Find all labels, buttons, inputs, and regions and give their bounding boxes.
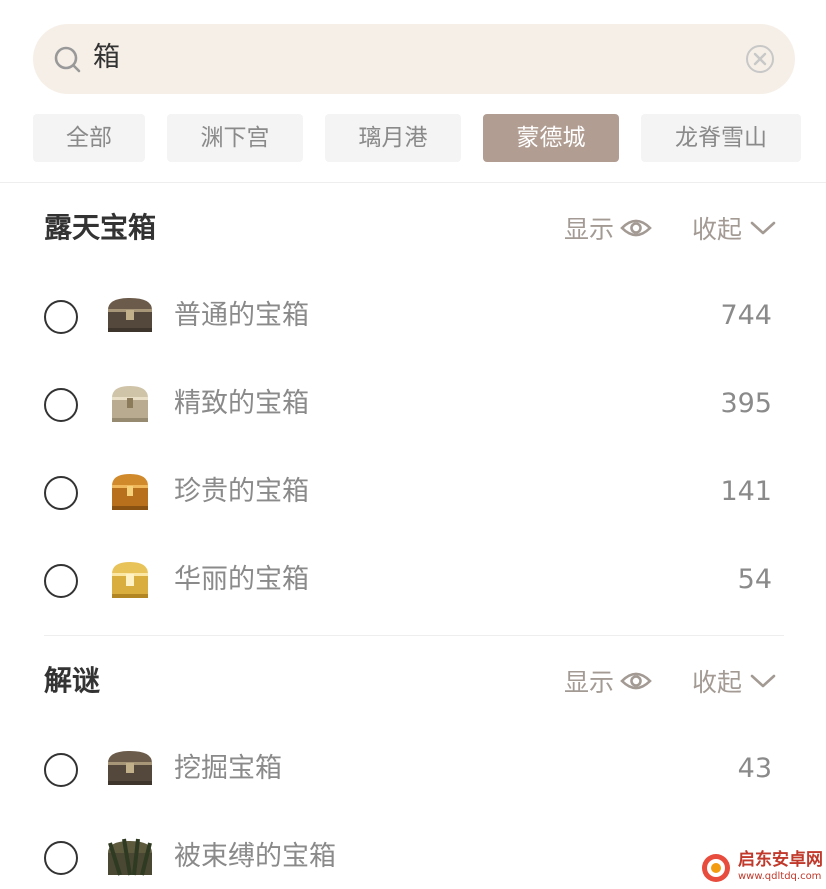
search-input[interactable]: 箱 (93, 38, 120, 78)
search-bar[interactable]: 箱 (33, 24, 795, 94)
radio-button[interactable] (44, 476, 78, 510)
list-item[interactable]: 被束缚的宝箱 (44, 829, 784, 889)
item-count: 43 (737, 753, 772, 784)
show-label: 显示 (564, 215, 615, 244)
list-item[interactable]: 华丽的宝箱 54 (44, 552, 784, 612)
precious-chest-icon (112, 474, 148, 510)
luxurious-chest-icon (112, 562, 148, 598)
item-label: 挖掘宝箱 (174, 753, 282, 784)
radio-button[interactable] (44, 300, 78, 334)
dig-chest-icon (108, 751, 152, 785)
clear-icon[interactable] (744, 43, 776, 75)
watermark-url: www.qdltdq.com (738, 871, 822, 882)
section-title: 露天宝箱 (44, 211, 157, 244)
item-count: 141 (720, 476, 772, 507)
list-item[interactable]: 珍贵的宝箱 141 (44, 464, 784, 524)
tab-enkanomiya[interactable]: 渊下宫 (167, 114, 303, 162)
collapse-button[interactable]: 收起 (692, 206, 776, 250)
tab-liyue-harbor[interactable]: 璃月港 (325, 114, 461, 162)
item-count: 395 (720, 388, 772, 419)
item-label: 普通的宝箱 (174, 300, 309, 331)
section-header-open-chests: 露天宝箱 显示 收起 (44, 204, 784, 252)
collapse-button[interactable]: 收起 (692, 659, 776, 703)
item-label: 华丽的宝箱 (174, 564, 309, 595)
search-icon (54, 46, 81, 73)
radio-button[interactable] (44, 564, 78, 598)
watermark-title: 启东安卓网 (738, 850, 823, 870)
item-label: 被束缚的宝箱 (174, 841, 336, 872)
list-item[interactable]: 精致的宝箱 395 (44, 376, 784, 436)
exquisite-chest-icon (112, 386, 148, 422)
radio-button[interactable] (44, 753, 78, 787)
divider (0, 182, 826, 183)
region-tabs: 全部 渊下宫 璃月港 蒙德城 龙脊雪山 (33, 114, 826, 162)
radio-button[interactable] (44, 388, 78, 422)
section-title: 解谜 (44, 664, 101, 697)
collapse-label: 收起 (692, 668, 743, 697)
chevron-down-icon (750, 221, 776, 235)
item-count: 54 (737, 564, 772, 595)
tab-all[interactable]: 全部 (33, 114, 145, 162)
watermark-logo-icon (702, 854, 730, 882)
item-count: 744 (720, 300, 772, 331)
list-item[interactable]: 普通的宝箱 744 (44, 288, 784, 348)
eye-icon (620, 672, 652, 690)
show-button[interactable]: 显示 (564, 206, 652, 250)
collapse-label: 收起 (692, 215, 743, 244)
common-chest-icon (108, 298, 152, 332)
divider (44, 635, 784, 636)
tab-mondstadt[interactable]: 蒙德城 (483, 114, 619, 162)
radio-button[interactable] (44, 841, 78, 875)
list-item[interactable]: 挖掘宝箱 43 (44, 741, 784, 801)
tab-dragonspine[interactable]: 龙脊雪山 (641, 114, 801, 162)
chevron-down-icon (750, 674, 776, 688)
item-label: 精致的宝箱 (174, 388, 309, 419)
item-label: 珍贵的宝箱 (174, 476, 309, 507)
show-label: 显示 (564, 668, 615, 697)
bound-chest-icon (108, 838, 152, 876)
show-button[interactable]: 显示 (564, 659, 652, 703)
eye-icon (620, 219, 652, 237)
watermark: 启东安卓网 www.qdltdq.com (700, 846, 826, 889)
section-header-puzzles: 解谜 显示 收起 (44, 657, 784, 705)
